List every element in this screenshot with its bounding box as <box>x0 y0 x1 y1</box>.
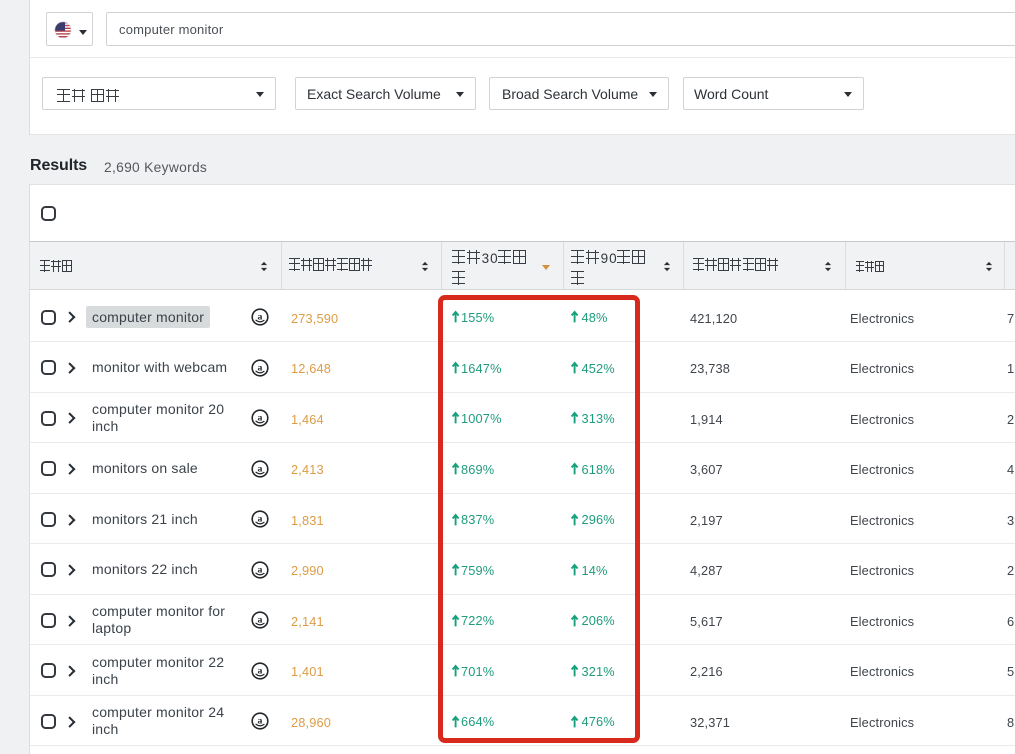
svg-text:a: a <box>257 564 262 575</box>
svg-text:a: a <box>257 716 262 727</box>
svg-text:a: a <box>257 413 262 424</box>
svg-text:a: a <box>257 665 262 676</box>
svg-text:a: a <box>257 463 262 474</box>
svg-text:a: a <box>257 312 262 323</box>
svg-text:a: a <box>257 514 262 525</box>
svg-text:a: a <box>257 362 262 373</box>
svg-text:a: a <box>257 615 262 626</box>
